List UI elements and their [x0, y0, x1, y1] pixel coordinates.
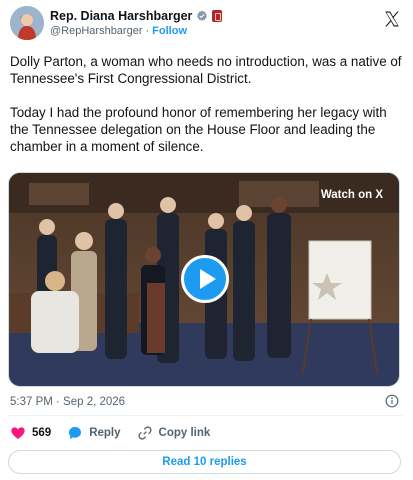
- like-count: 569: [32, 427, 52, 439]
- tweet-header: Rep. Diana Harshbarger @RepHarshbarger ·…: [10, 6, 403, 42]
- handle[interactable]: @RepHarshbarger: [50, 25, 143, 37]
- reply-label: Reply: [89, 427, 121, 439]
- info-icon[interactable]: [385, 394, 399, 408]
- verified-icon: [197, 10, 208, 21]
- divider: [8, 415, 403, 416]
- reply-button[interactable]: Reply: [67, 425, 121, 441]
- video-player[interactable]: Watch on X: [8, 172, 400, 387]
- tweet-text: Dolly Parton, a woman who needs no intro…: [10, 53, 402, 155]
- tweet-paragraph: Dolly Parton, a woman who needs no intro…: [10, 54, 402, 86]
- copy-link-label: Copy link: [158, 427, 211, 439]
- reply-icon: [69, 427, 82, 439]
- handle-separator: ·: [145, 25, 150, 37]
- like-button[interactable]: 569: [10, 425, 51, 441]
- copy-link-button[interactable]: Copy link: [137, 425, 211, 441]
- display-name[interactable]: Rep. Diana Harshbarger: [50, 9, 192, 23]
- tweet-paragraph: Today I had the profound honor of rememb…: [10, 105, 387, 154]
- x-logo-icon[interactable]: [383, 10, 401, 28]
- link-icon: [137, 426, 152, 440]
- watch-on-x-label[interactable]: Watch on X: [321, 189, 383, 201]
- timestamp[interactable]: 5:37 PM · Sep 2, 2026: [10, 396, 125, 408]
- read-replies-button[interactable]: Read 10 replies: [8, 450, 401, 474]
- heart-icon: [11, 427, 25, 439]
- affiliation-badge-icon: [212, 10, 223, 22]
- action-bar: 569 Reply Copy link: [10, 424, 226, 442]
- play-icon[interactable]: [181, 255, 229, 303]
- follow-button[interactable]: Follow: [152, 25, 187, 37]
- avatar[interactable]: [10, 6, 44, 40]
